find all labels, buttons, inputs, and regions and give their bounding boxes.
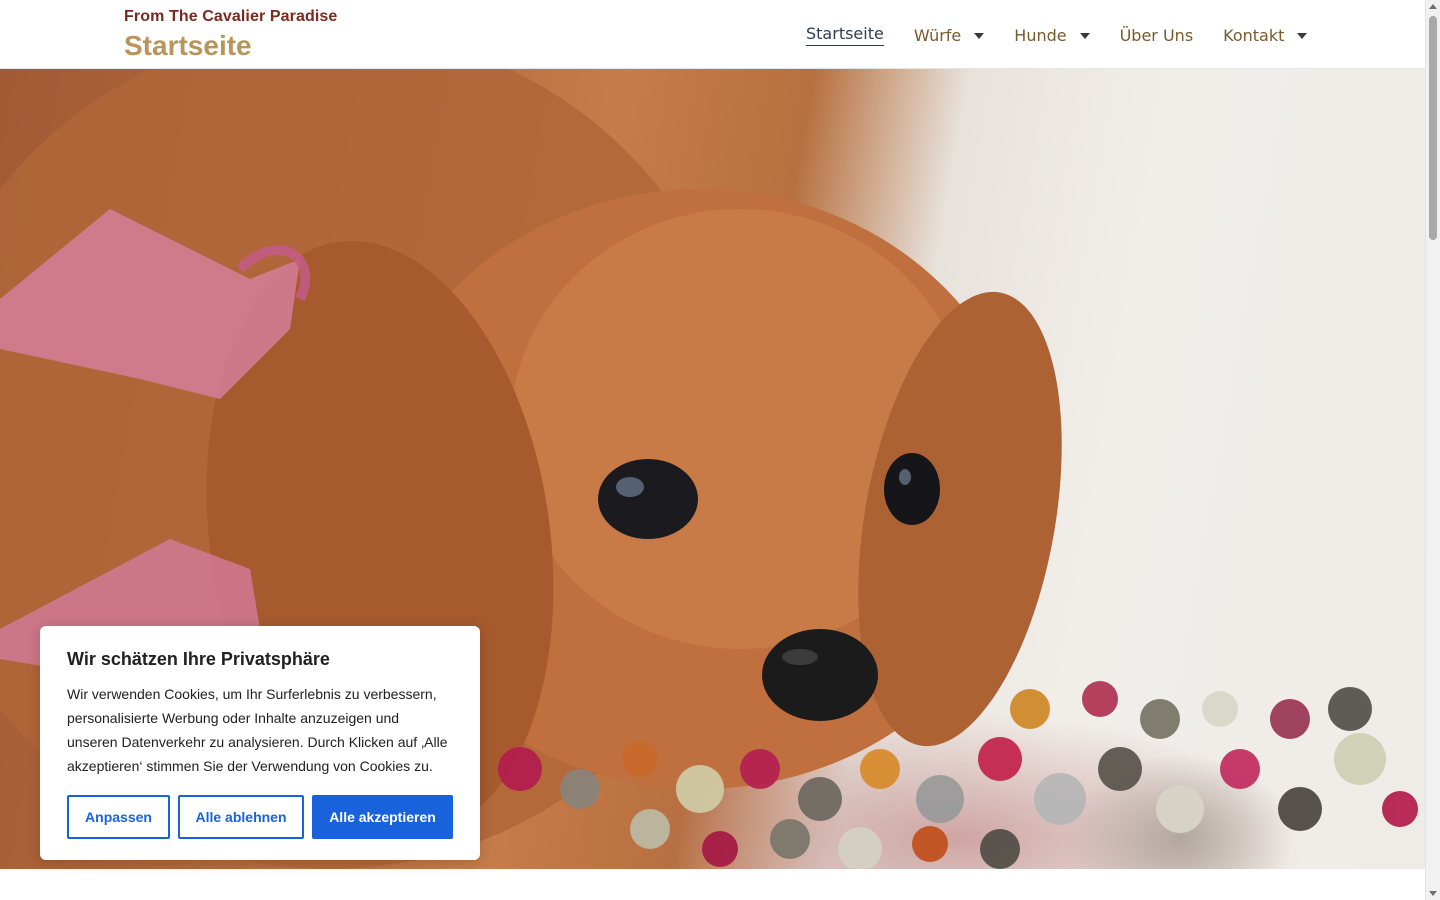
nav-item-startseite[interactable]: Startseite [806, 22, 884, 48]
site-header: From The Cavalier Paradise Startseite St… [0, 0, 1425, 69]
customize-button[interactable]: Anpassen [67, 795, 170, 839]
nav-label: Kontakt [1223, 25, 1285, 45]
brand[interactable]: From The Cavalier Paradise Startseite [124, 8, 337, 64]
site-tagline[interactable]: From The Cavalier Paradise [124, 8, 337, 26]
nav-label: Über Uns [1119, 25, 1194, 45]
cookie-consent-banner: Wir schätzen Ihre Privatsphäre Wir verwe… [40, 626, 480, 860]
chevron-down-icon[interactable] [1079, 32, 1090, 39]
nav-item-wuerfe[interactable]: Würfe [913, 22, 985, 48]
cookie-buttons: Anpassen Alle ablehnen Alle akzeptieren [67, 795, 453, 839]
scrollbar-thumb[interactable] [1429, 16, 1437, 240]
page-title[interactable]: Startseite [124, 28, 337, 64]
nav-item-hunde[interactable]: Hunde [1014, 22, 1090, 48]
nav-label: Würfe [913, 25, 962, 45]
nav-label: Hunde [1014, 25, 1067, 45]
page-scrollbar[interactable] [1425, 0, 1440, 900]
nav-item-ueber-uns[interactable]: Über Uns [1120, 22, 1194, 48]
main-nav: Startseite Würfe Hunde Über Uns Kontakt [806, 22, 1308, 48]
nav-item-kontakt[interactable]: Kontakt [1223, 22, 1308, 48]
nav-label: Startseite [806, 24, 884, 46]
chevron-down-icon[interactable] [974, 32, 985, 39]
chevron-down-icon[interactable] [1297, 32, 1308, 39]
cookie-banner-text: Wir verwenden Cookies, um Ihr Surferlebn… [67, 686, 448, 774]
accept-all-button[interactable]: Alle akzeptieren [312, 795, 453, 839]
reject-all-button[interactable]: Alle ablehnen [178, 795, 304, 839]
scroll-down-icon[interactable] [1429, 891, 1437, 896]
cookie-banner-title: Wir schätzen Ihre Privatsphäre [67, 649, 330, 669]
scroll-up-icon[interactable] [1429, 4, 1437, 9]
